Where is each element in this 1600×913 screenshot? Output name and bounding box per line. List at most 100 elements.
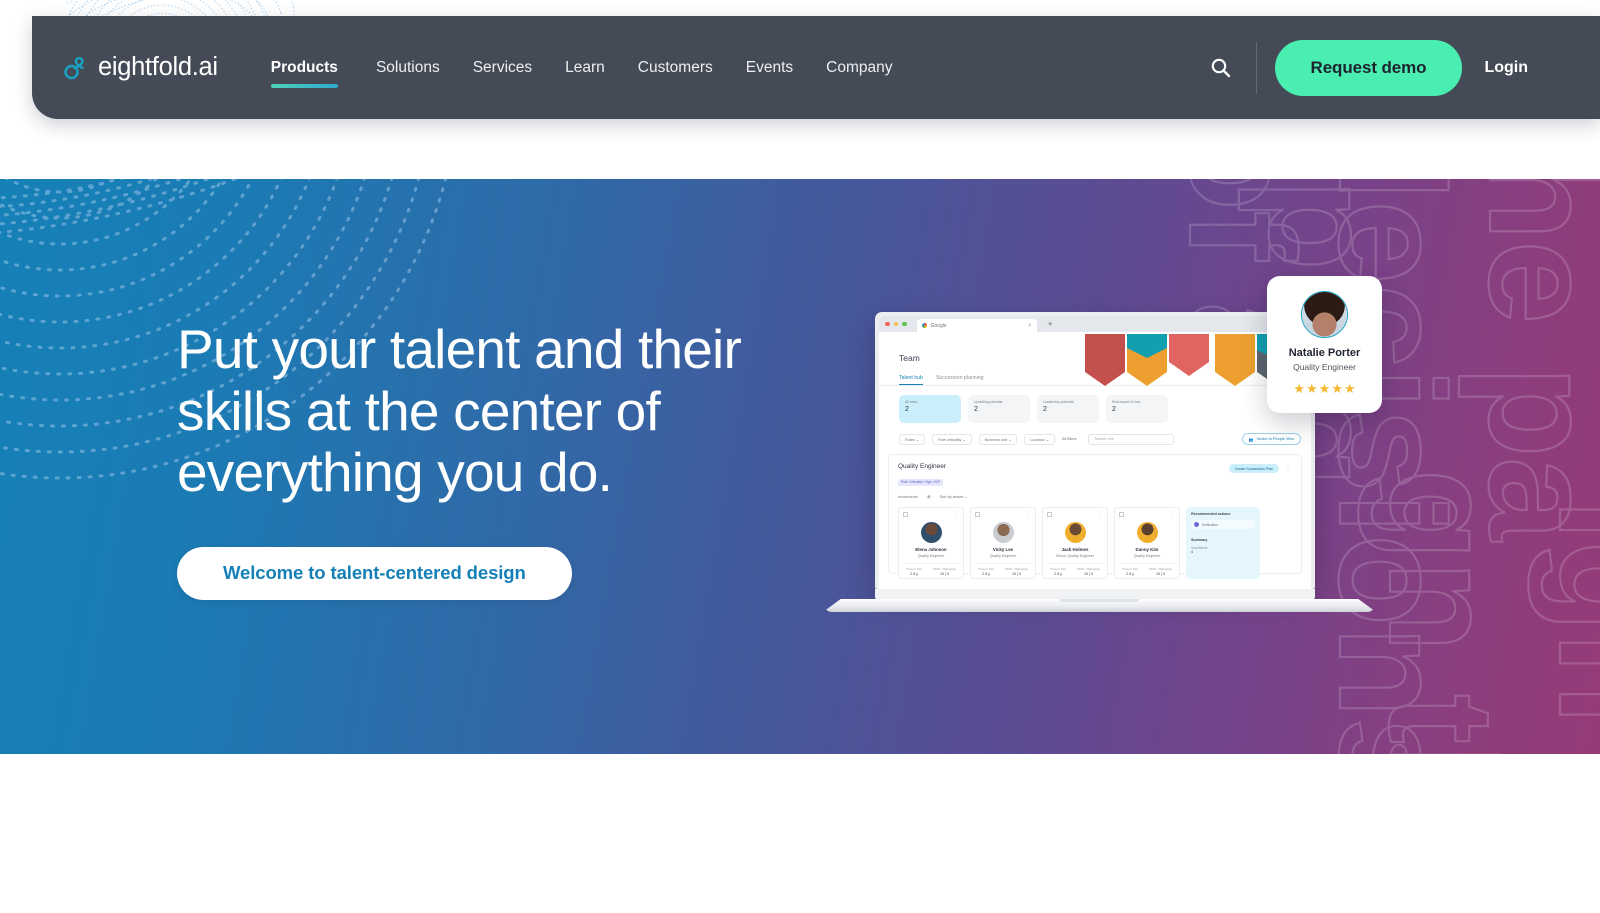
filter-roles[interactable]: Roles ⌄ xyxy=(899,433,925,445)
role-subbar: Incumbents 8 Sort by tenure ⌄ xyxy=(898,494,1292,499)
stat-chip-value: 2 xyxy=(905,406,909,414)
recommended-actions-panel: Recommended actions Notification Summary… xyxy=(1186,507,1260,579)
recommended-action-label: Notification xyxy=(1202,522,1218,527)
stat-label: Skills / Skill gaps xyxy=(932,566,956,571)
browser-tab-title: Google xyxy=(930,322,947,329)
star-icon: ★ xyxy=(1318,381,1331,396)
create-succession-plan-button[interactable]: Create Succession Plan xyxy=(1228,464,1279,473)
tab-close-icon[interactable]: × xyxy=(1028,323,1032,329)
star-icon: ★ xyxy=(1331,381,1343,396)
main-navigation: Products Solutions Services Learn Custom… xyxy=(270,58,926,89)
person-card[interactable]: ⋮ Jack Holmes Senior Quality Engineer Ti… xyxy=(1042,507,1108,579)
switch-to-people-view-button[interactable]: 👥 Switch to People View xyxy=(1241,433,1301,445)
stat-value: 2.5 y xyxy=(910,571,918,576)
stat-chip-value: 2 xyxy=(974,406,978,414)
kebab-menu-icon[interactable]: ⋮ xyxy=(955,511,960,517)
stat-label: Skills / Skill gaps xyxy=(1076,566,1100,571)
request-demo-button[interactable]: Request demo xyxy=(1274,39,1463,96)
filter-location[interactable]: Location ⌄ xyxy=(1024,433,1056,445)
brand-name: eightfold.ai xyxy=(98,53,218,81)
brand-logo[interactable]: eightfold.ai xyxy=(63,53,218,82)
stat-label: Time in role xyxy=(906,566,923,571)
stat-value: 2.5 y xyxy=(1126,571,1134,576)
login-link[interactable]: Login xyxy=(1484,59,1528,77)
window-maximize-icon[interactable] xyxy=(902,321,907,327)
kebab-menu-icon[interactable]: ⋮ xyxy=(1027,511,1032,517)
nav-item-customers[interactable]: Customers xyxy=(638,60,713,76)
active-nav-underline xyxy=(270,84,338,89)
talent-app: Team Talent hub Succession planning All … xyxy=(879,332,1311,589)
person-card[interactable]: ⋮ Danny Kim Quality Engineer Time in rol… xyxy=(1114,507,1180,579)
headline-line-3: everything you do. xyxy=(177,441,613,504)
star-icon: ★ xyxy=(1306,381,1318,396)
stat-chip-risk-impact-of-loss[interactable]: Risk impact of loss 2 xyxy=(1106,395,1168,423)
nav-item-solutions[interactable]: Solutions xyxy=(376,60,440,76)
avatar xyxy=(1064,522,1086,543)
person-card[interactable]: ⋮ Vicky Lee Quality Engineer Time in rol… xyxy=(970,507,1036,579)
window-close-icon[interactable] xyxy=(885,321,890,327)
profile-role: Quality Engineer xyxy=(1293,362,1356,372)
person-role: Quality Engineer xyxy=(1133,553,1161,558)
star-icon: ★ xyxy=(1343,381,1356,396)
stat-label: Skills / Skill gaps xyxy=(1148,566,1172,571)
nav-item-products[interactable]: Products xyxy=(270,58,338,89)
browser-tab[interactable]: Google × xyxy=(916,319,1037,332)
nav-item-company[interactable]: Company xyxy=(826,60,892,76)
checkbox-icon[interactable] xyxy=(975,512,980,517)
stat-value: 2.5 y xyxy=(1054,571,1062,576)
laptop-screen: Google × + Team Talent hub Succession pl… xyxy=(875,312,1315,589)
browser-window: Google × + Team Talent hub Succession pl… xyxy=(879,316,1311,589)
kebab-menu-icon[interactable]: ⋮ xyxy=(1286,465,1292,471)
checkbox-icon[interactable] xyxy=(903,512,908,517)
nav-item-learn[interactable]: Learn xyxy=(565,60,605,76)
search-button[interactable] xyxy=(1204,51,1238,85)
headline-line-2: skills at the center of xyxy=(177,379,661,442)
welcome-cta-button[interactable]: Welcome to talent-centered design xyxy=(177,546,572,600)
person-stats: Time in role 2.5 y Skills / Skill gaps 1… xyxy=(1047,562,1103,576)
svg-text:gn the pa: gn the pa xyxy=(1358,469,1526,754)
checkbox-icon[interactable] xyxy=(1047,512,1052,517)
window-minimize-icon[interactable] xyxy=(893,321,898,327)
search-icon xyxy=(1211,58,1231,78)
filter-business-unit[interactable]: Business unit ⌄ xyxy=(978,433,1018,445)
stat-chip-row: All roles 2 Upskilling potential 2 Leade… xyxy=(879,386,1311,423)
checkbox-icon[interactable] xyxy=(1119,512,1124,517)
rating-stars: ★ ★ ★ ★ ★ xyxy=(1293,382,1355,395)
avatar xyxy=(992,522,1014,543)
svg-text:the pa: the pa xyxy=(1458,179,1600,542)
filter-all-filters[interactable]: All filters xyxy=(1062,434,1081,445)
tab-talent-hub[interactable]: Talent hub xyxy=(899,375,923,385)
profile-float-card: Natalie Porter Quality Engineer ★ ★ ★ ★ … xyxy=(1267,276,1382,413)
person-card[interactable]: ⋮ Elena Johnson Quality Engineer Time in… xyxy=(898,507,964,579)
headline-line-1: Put your talent and their xyxy=(177,318,742,380)
person-name: Danny Kim xyxy=(1135,547,1159,552)
kebab-menu-icon[interactable]: ⋮ xyxy=(1171,511,1176,517)
tab-succession-planning[interactable]: Succession planning xyxy=(936,375,984,385)
browser-chrome: Google × + xyxy=(879,316,1311,332)
stat-label: Time in role xyxy=(1122,566,1139,571)
summary-heading: Summary xyxy=(1191,538,1208,542)
person-stats: Time in role 2.5 y Skills / Skill gaps 1… xyxy=(1119,562,1175,576)
new-tab-icon[interactable]: + xyxy=(1048,319,1053,329)
role-search-input[interactable]: Search role xyxy=(1088,433,1175,445)
hero-section: of ak decisions the pa pk g gn the pa ig… xyxy=(0,179,1600,754)
nav-item-services[interactable]: Services xyxy=(473,60,532,76)
nav-item-events[interactable]: Events xyxy=(746,60,793,76)
stat-value: 2.5 y xyxy=(982,571,990,576)
recommended-action-item[interactable]: Notification xyxy=(1191,520,1255,529)
nav-label: Products xyxy=(270,58,338,76)
stat-chip-upskilling-potential[interactable]: Upskilling potential 2 xyxy=(968,395,1030,423)
sort-by-tenure-dropdown[interactable]: Sort by tenure ⌄ xyxy=(940,494,968,499)
incumbents-count: 8 xyxy=(925,494,932,499)
star-icon: ★ xyxy=(1293,381,1306,396)
laptop-notch xyxy=(1059,599,1139,602)
stat-chip-leadership-potential[interactable]: Leadership potential 2 xyxy=(1037,395,1099,423)
people-card-row: ⋮ Elena Johnson Quality Engineer Time in… xyxy=(898,507,1292,579)
person-name: Elena Johnson xyxy=(915,547,947,552)
stat-value: 19 | 0 xyxy=(1156,571,1165,576)
kebab-menu-icon[interactable]: ⋮ xyxy=(1099,511,1104,517)
stat-chip-all-roles[interactable]: All roles 2 xyxy=(899,395,961,423)
filter-role-criticality[interactable]: Role criticality ⌄ xyxy=(931,433,972,445)
person-stats: Time in role 2.5 y Skills / Skill gaps 1… xyxy=(903,562,959,576)
person-name: Vicky Lee xyxy=(992,547,1014,552)
